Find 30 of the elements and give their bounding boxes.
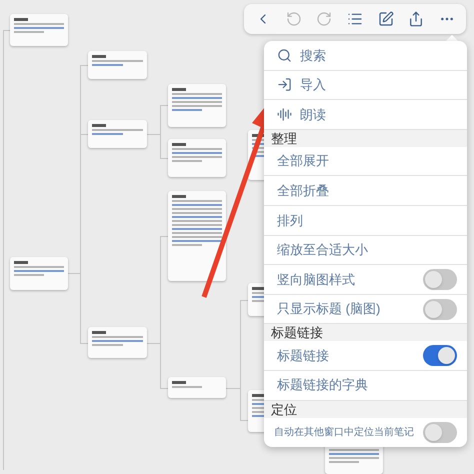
- menu-item[interactable]: 缩放至合适大小: [277, 240, 368, 260]
- toggle-switch[interactable]: [423, 345, 457, 366]
- menu-item[interactable]: 自动在其他窗口中定位当前笔记: [274, 424, 414, 440]
- toggle-switch[interactable]: [423, 298, 457, 320]
- menu-item[interactable]: 标题链接: [277, 346, 329, 366]
- menu-item[interactable]: 朗读: [300, 104, 326, 124]
- import-icon: [277, 77, 292, 92]
- mind-map-card: [88, 327, 147, 358]
- menu-item[interactable]: 只显示标题 (脑图): [277, 299, 380, 319]
- toggle-switch[interactable]: [423, 422, 457, 443]
- toggle-switch[interactable]: [423, 268, 457, 290]
- sound-wave-icon: [277, 106, 292, 122]
- menu-item[interactable]: 标题链接的字典: [277, 375, 368, 395]
- menu-item[interactable]: 导入: [300, 75, 326, 95]
- mind-map-card: [168, 84, 226, 127]
- menu-item[interactable]: 全部展开: [277, 151, 329, 171]
- mind-map-card: [10, 257, 68, 290]
- menu-item[interactable]: 搜索: [300, 46, 326, 66]
- menu-item[interactable]: 全部折叠: [277, 180, 329, 200]
- section-header: 定位: [264, 400, 467, 418]
- menu-item[interactable]: 排列: [277, 210, 303, 230]
- section-header: 标题链接: [264, 324, 467, 342]
- mind-map-card: [88, 51, 147, 79]
- mind-map-card: [168, 377, 226, 398]
- mind-map-card: [10, 14, 68, 46]
- search-icon: [277, 48, 292, 63]
- menu-item[interactable]: 竖向脑图样式: [277, 270, 355, 290]
- mind-map-card: [168, 139, 226, 177]
- section-header: 整理: [264, 130, 467, 147]
- mind-map-card: [88, 120, 147, 148]
